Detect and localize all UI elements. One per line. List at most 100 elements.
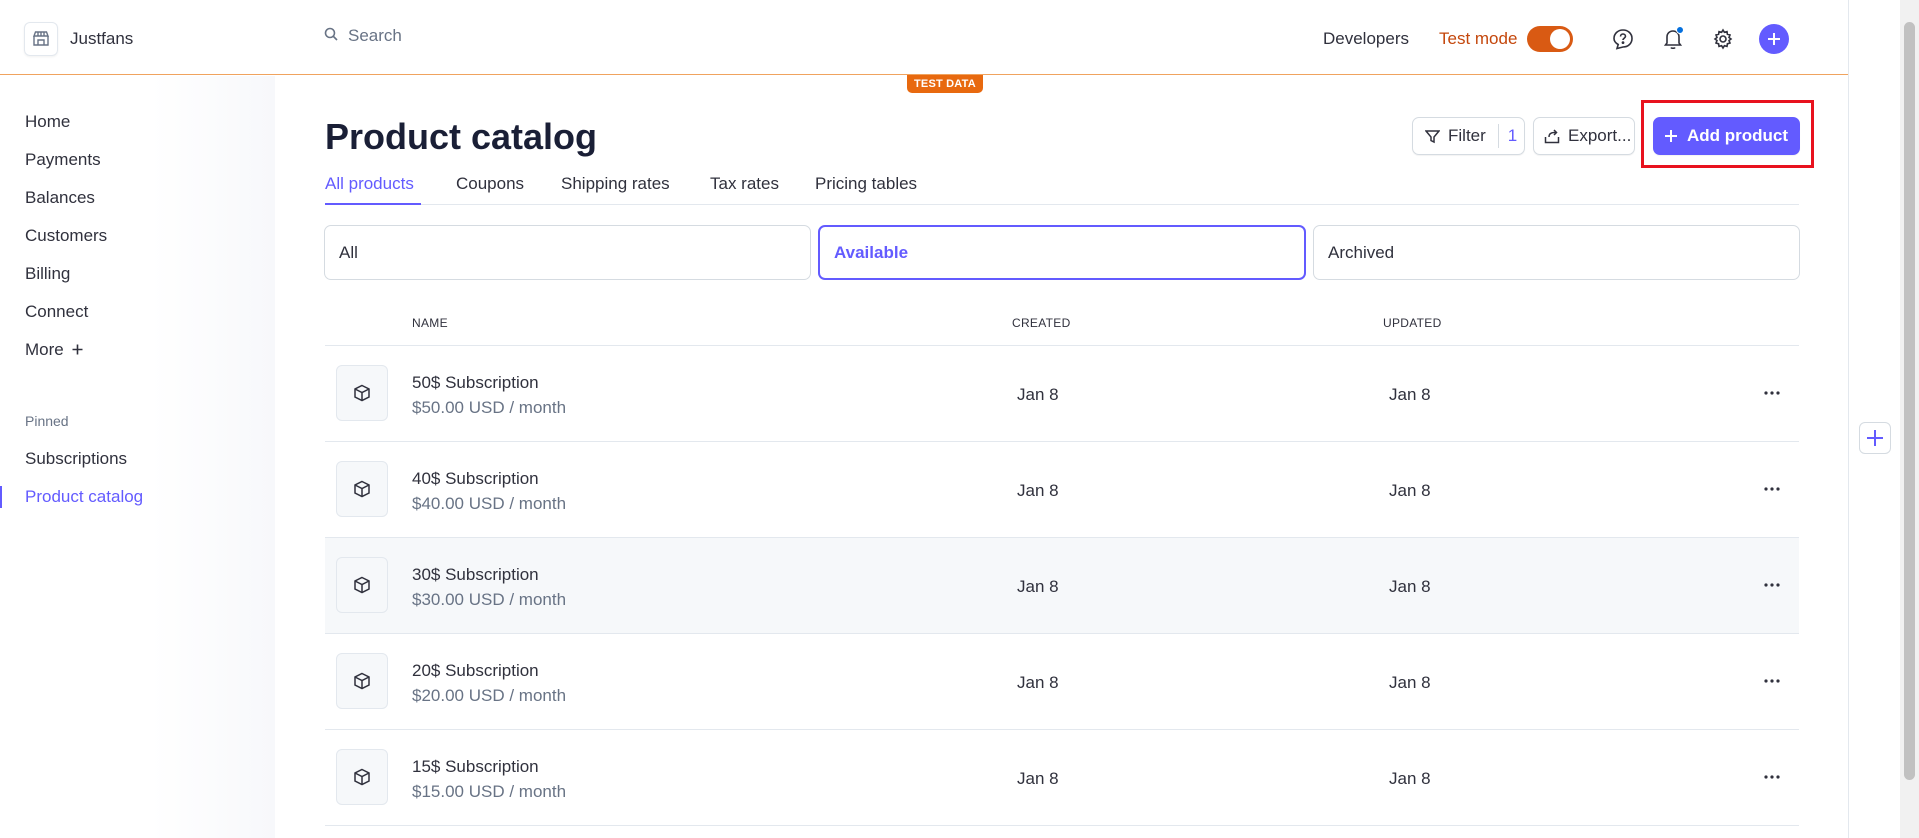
active-tab-underline: [325, 203, 421, 205]
product-name[interactable]: 20$ Subscription: [412, 661, 539, 681]
updated-date: Jan 8: [1389, 673, 1431, 692]
test-data-badge: TEST DATA: [907, 75, 983, 93]
column-header-name[interactable]: NAME: [412, 316, 448, 330]
store-icon: [24, 22, 58, 56]
export-label: Export...: [1568, 126, 1632, 145]
account-name: Justfans: [70, 29, 134, 48]
filter-button[interactable]: Filter 1: [1412, 117, 1525, 155]
export-button[interactable]: Export...: [1533, 117, 1635, 155]
sidebar-item-balances[interactable]: Balances: [25, 188, 95, 208]
product-price: $30.00 USD / month: [412, 590, 567, 609]
tab-tax-rates[interactable]: Tax rates: [710, 174, 779, 194]
sidebar-item-label: Payments: [25, 150, 101, 169]
scrollbar-thumb[interactable]: [1904, 22, 1915, 780]
column-header-updated[interactable]: UPDATED: [1383, 316, 1442, 330]
sidebar-item-label: Customers: [25, 226, 108, 245]
created-date: Jan 8: [1017, 673, 1059, 692]
updated-date: Jan 8: [1389, 577, 1431, 596]
product-name[interactable]: 15$ Subscription: [412, 757, 539, 777]
product-box-icon: [336, 461, 388, 517]
account-switcher[interactable]: Justfans: [24, 22, 133, 56]
catalog-tabs: All products Coupons Shipping rates Tax …: [325, 171, 1799, 205]
more-options-icon[interactable]: [1759, 766, 1785, 788]
notifications-bell-icon[interactable]: [1659, 25, 1687, 53]
filter-label: Filter: [1448, 126, 1486, 145]
sidebar: Home Payments Balances Customers Billing…: [0, 76, 275, 838]
sidebar-item-product-catalog[interactable]: Product catalog: [25, 487, 143, 507]
sidebar-item-label: Billing: [25, 264, 71, 283]
right-rail: [1848, 0, 1900, 838]
table-row[interactable]: 30$ Subscription $30.00 USD / month Jan …: [325, 538, 1799, 634]
created-date: Jan 8: [1017, 577, 1059, 596]
tab-all-products[interactable]: All products: [325, 174, 414, 194]
table-row[interactable]: 50$ Subscription $50.00 USD / month Jan …: [325, 346, 1799, 442]
sidebar-item-label: More: [25, 340, 64, 359]
tab-pricing-tables[interactable]: Pricing tables: [815, 174, 917, 194]
product-box-icon: [336, 653, 388, 709]
created-date: Jan 8: [1017, 385, 1059, 404]
product-box-icon: [336, 749, 388, 805]
updated-date: Jan 8: [1389, 481, 1431, 500]
updated-date: Jan 8: [1389, 769, 1431, 788]
product-box-icon: [336, 365, 388, 421]
created-date: Jan 8: [1017, 769, 1059, 788]
product-price: $20.00 USD / month: [412, 686, 567, 705]
product-price: $50.00 USD / month: [412, 398, 567, 417]
active-indicator: [0, 486, 2, 508]
highlight-annotation: [1641, 100, 1814, 168]
product-name[interactable]: 50$ Subscription: [412, 373, 539, 393]
search-icon: [324, 27, 338, 46]
test-mode-toggle[interactable]: [1527, 26, 1574, 52]
product-box-icon: [336, 557, 388, 613]
toggle-knob: [1550, 29, 1571, 49]
product-price: $15.00 USD / month: [412, 782, 567, 801]
search-bar[interactable]: [324, 26, 648, 46]
page-title: Product catalog: [325, 116, 598, 157]
filter-segment-available[interactable]: Available: [818, 225, 1306, 280]
sidebar-item-label: Home: [25, 112, 71, 131]
tab-shipping-rates[interactable]: Shipping rates: [561, 174, 670, 194]
sidebar-item-billing[interactable]: Billing: [25, 264, 70, 284]
help-icon[interactable]: [1609, 25, 1637, 53]
create-plus-icon[interactable]: [1759, 24, 1790, 54]
filter-icon: [1425, 129, 1440, 144]
product-name[interactable]: 30$ Subscription: [412, 565, 539, 585]
developers-link[interactable]: Developers: [1323, 29, 1409, 49]
product-name[interactable]: 40$ Subscription: [412, 469, 539, 489]
sidebar-item-home[interactable]: Home: [25, 112, 70, 132]
more-options-icon[interactable]: [1759, 478, 1785, 500]
table-row[interactable]: 20$ Subscription $20.00 USD / month Jan …: [325, 634, 1799, 730]
add-app-plus-icon[interactable]: [1859, 422, 1891, 454]
settings-gear-icon[interactable]: [1709, 25, 1737, 53]
sidebar-item-more[interactable]: More: [25, 340, 83, 360]
sidebar-item-payments[interactable]: Payments: [25, 150, 101, 170]
column-header-created[interactable]: CREATED: [1012, 316, 1071, 330]
plus-icon: [72, 340, 83, 360]
sidebar-item-label: Subscriptions: [25, 449, 128, 468]
scrollbar[interactable]: [1900, 0, 1919, 838]
tab-coupons[interactable]: Coupons: [456, 174, 524, 194]
export-icon: [1544, 128, 1560, 144]
top-bar: Justfans Developers Test mode: [0, 0, 1848, 75]
more-options-icon[interactable]: [1759, 382, 1785, 404]
filter-segment-archived[interactable]: Archived: [1313, 225, 1800, 280]
created-date: Jan 8: [1017, 481, 1059, 500]
filter-segment-all[interactable]: All: [324, 225, 811, 280]
more-options-icon[interactable]: [1759, 574, 1785, 596]
table-row[interactable]: 15$ Subscription $15.00 USD / month Jan …: [325, 730, 1799, 826]
sidebar-item-subscriptions[interactable]: Subscriptions: [25, 449, 127, 469]
sidebar-item-label: Product catalog: [25, 487, 144, 506]
sidebar-item-label: Balances: [25, 188, 95, 207]
test-mode-label: Test mode: [1439, 29, 1518, 48]
sidebar-item-label: Connect: [25, 302, 89, 321]
top-right-controls: Developers Test mode: [1323, 24, 1790, 54]
sidebar-item-connect[interactable]: Connect: [25, 302, 88, 322]
product-price: $40.00 USD / month: [412, 494, 567, 513]
table-row[interactable]: 40$ Subscription $40.00 USD / month Jan …: [325, 442, 1799, 538]
pinned-section-label: Pinned: [25, 413, 69, 429]
sidebar-item-customers[interactable]: Customers: [25, 226, 107, 246]
updated-date: Jan 8: [1389, 385, 1431, 404]
search-input[interactable]: [348, 26, 648, 46]
more-options-icon[interactable]: [1759, 670, 1785, 692]
filter-count-badge: 1: [1497, 124, 1517, 148]
